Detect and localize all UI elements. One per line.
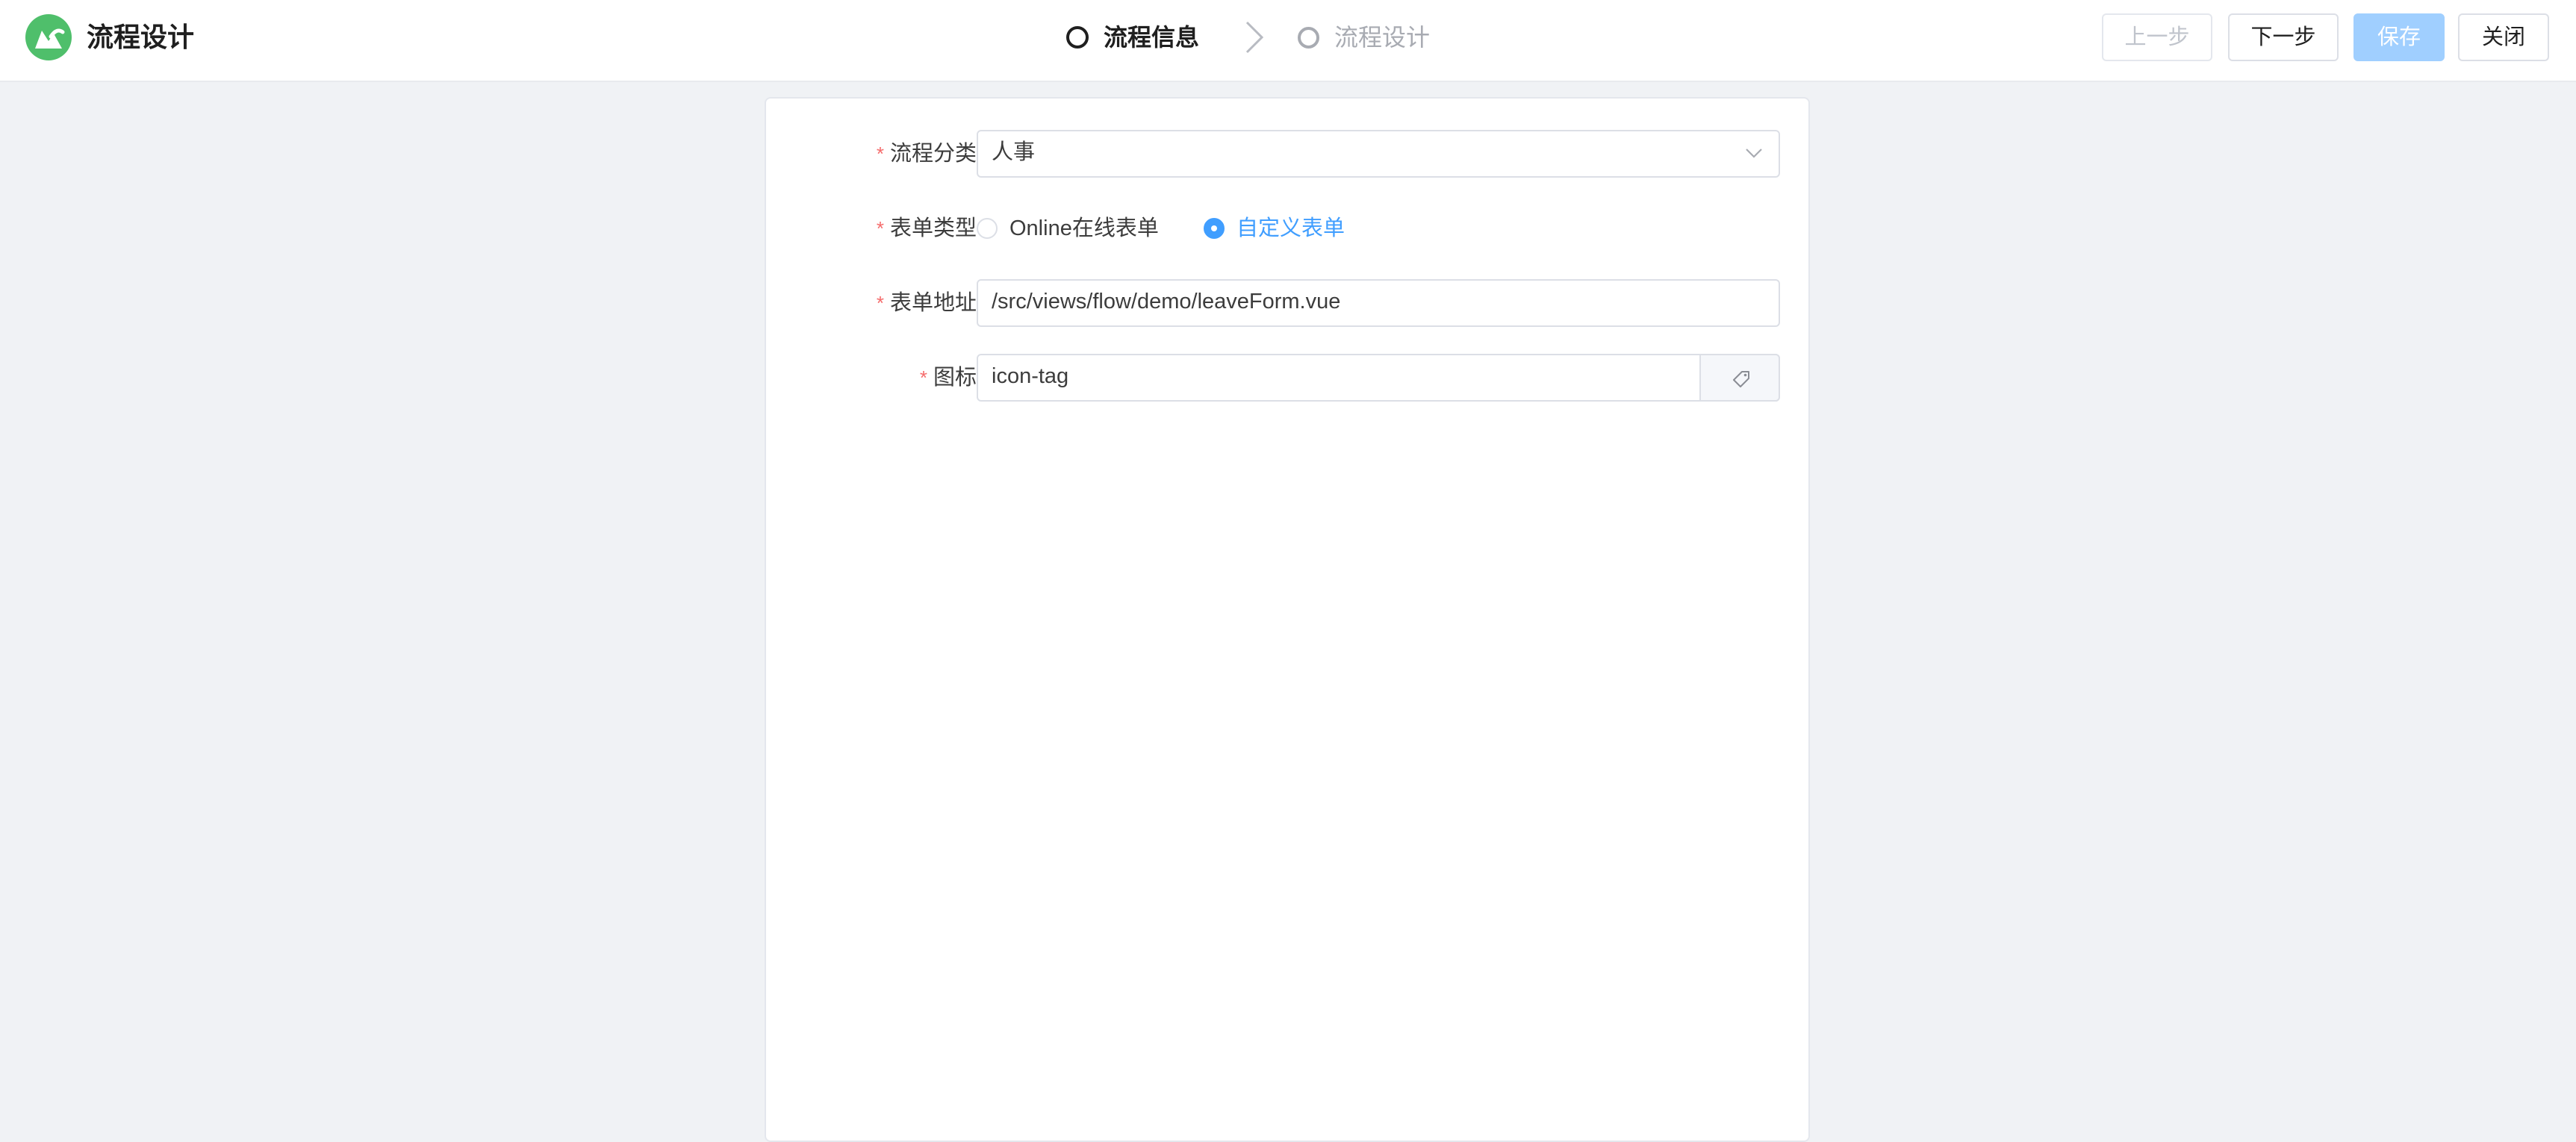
top-bar: 流程设计 流程信息 流程设计 上一步 下一步 保存 关闭 — [0, 0, 2576, 82]
icon-picker-button[interactable] — [1699, 354, 1780, 402]
required-asterisk: * — [876, 292, 884, 314]
step-label: 流程设计 — [1334, 24, 1431, 51]
radio-online-form[interactable]: Online在线表单 — [977, 205, 1159, 252]
category-label: * 流程分类 — [876, 142, 977, 166]
step-circle-icon — [1298, 26, 1319, 49]
tag-icon — [1733, 371, 1749, 387]
required-asterisk: * — [919, 366, 927, 389]
form-url-input[interactable]: /src/views/flow/demo/leaveForm.vue — [977, 279, 1780, 327]
step-process-design[interactable]: 流程设计 — [1298, 16, 1430, 58]
form-row-form-url: * 表单地址 /src/views/flow/demo/leaveForm.vue — [766, 279, 1811, 327]
form-row-category: * 流程分类 人事 — [766, 130, 1811, 178]
form-type-label: * 表单类型 — [876, 216, 977, 240]
form-type-radio-group: Online在线表单 自定义表单 — [977, 205, 1780, 252]
step-circle-icon — [1066, 26, 1089, 49]
icon-label: * 图标 — [919, 366, 977, 390]
radio-unchecked-icon — [977, 218, 998, 239]
close-button[interactable]: 关闭 — [2458, 13, 2549, 61]
step-label: 流程信息 — [1104, 24, 1200, 51]
app-title: 流程设计 — [87, 22, 195, 52]
process-info-form: * 流程分类 人事 * 表单类型 Online在线表单 自定义表单 * 表单地址… — [765, 97, 1810, 1142]
step-process-info[interactable]: 流程信息 — [1066, 16, 1199, 58]
icon-value: icon-tag — [992, 364, 1069, 388]
category-select[interactable]: 人事 — [977, 130, 1780, 178]
icon-input[interactable]: icon-tag — [977, 354, 1780, 402]
chevron-right-icon — [1245, 21, 1264, 54]
form-row-form-type: * 表单类型 Online在线表单 自定义表单 — [766, 205, 1811, 252]
save-button[interactable]: 保存 — [2353, 13, 2445, 61]
next-step-button[interactable]: 下一步 — [2228, 13, 2339, 61]
app-logo-icon — [25, 14, 72, 60]
required-asterisk: * — [876, 143, 884, 165]
form-url-label: * 表单地址 — [876, 291, 977, 315]
category-select-value: 人事 — [992, 140, 1036, 164]
radio-custom-form[interactable]: 自定义表单 — [1204, 205, 1345, 252]
prev-step-button[interactable]: 上一步 — [2102, 13, 2212, 61]
radio-checked-icon — [1204, 218, 1225, 239]
form-row-icon: * 图标 icon-tag — [766, 354, 1811, 402]
chevron-down-icon — [1746, 149, 1762, 158]
required-asterisk: * — [876, 217, 884, 240]
form-url-value: /src/views/flow/demo/leaveForm.vue — [992, 290, 1341, 313]
